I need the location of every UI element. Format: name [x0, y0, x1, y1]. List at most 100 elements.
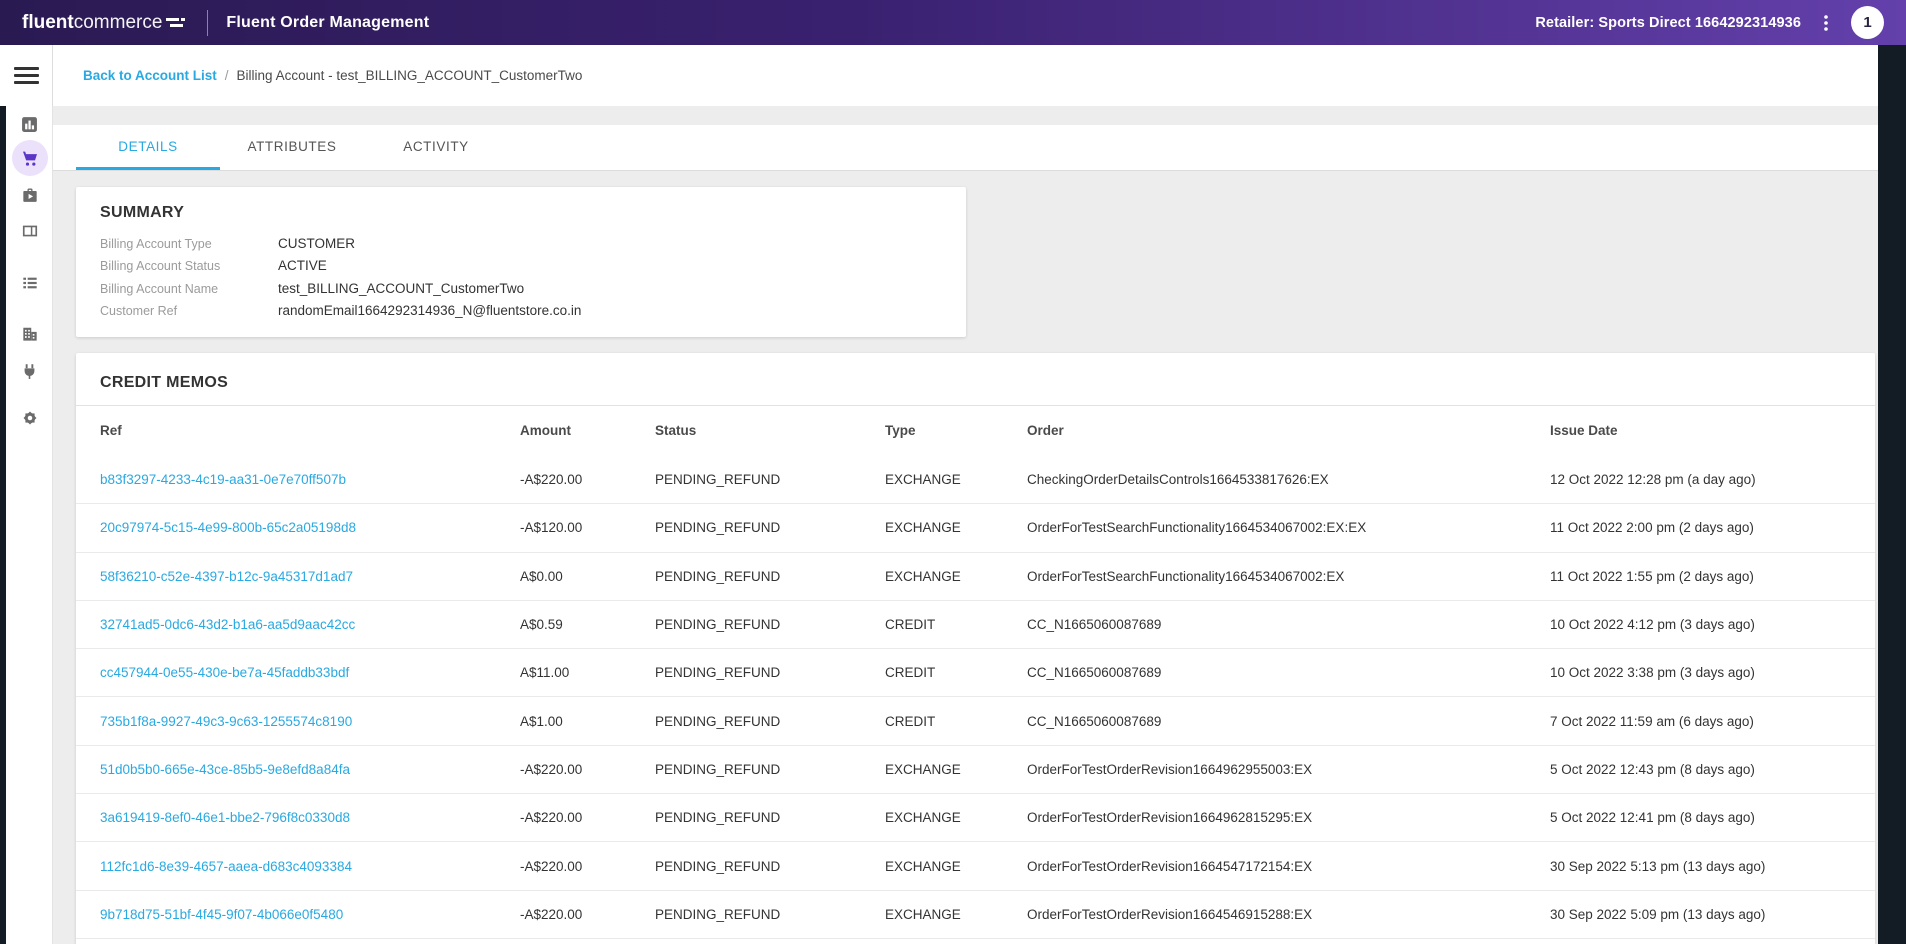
memo-status: PENDING_REFUND [655, 762, 885, 777]
column-header-order: Order [1027, 423, 1550, 438]
toolbar: Back to Account List / Billing Account -… [0, 45, 1878, 106]
table-row-partial [76, 938, 1875, 944]
memo-issue-date: 11 Oct 2022 1:55 pm (2 days ago) [1550, 569, 1851, 584]
credit-memos-table-body: b83f3297-4233-4c19-aa31-0e7e70ff507b -A$… [76, 455, 1875, 944]
memo-status: PENDING_REFUND [655, 810, 885, 825]
memo-status: PENDING_REFUND [655, 665, 885, 680]
briefcase-play-icon [20, 186, 40, 206]
main-content: DETAILS ATTRIBUTES ACTIVITY SUMMARY Bill… [53, 106, 1878, 944]
memo-type: CREDIT [885, 665, 1027, 680]
sidebar-item-settings[interactable] [6, 400, 53, 436]
field-label: Customer Ref [100, 300, 278, 322]
memo-ref-cell: 20c97974-5c15-4e99-800b-65c2a05198d8 [100, 520, 520, 535]
memo-amount: -A$220.00 [520, 810, 655, 825]
memo-ref-cell: 3a619419-8ef0-46e1-bbe2-796f8c0330d8 [100, 810, 520, 825]
memo-type: EXCHANGE [885, 810, 1027, 825]
sidebar-item-fulfilments[interactable] [6, 178, 53, 214]
memo-ref-cell: cc457944-0e55-430e-be7a-45faddb33bdf [100, 665, 520, 680]
memo-ref-link[interactable]: 20c97974-5c15-4e99-800b-65c2a05198d8 [100, 520, 356, 535]
memo-status: PENDING_REFUND [655, 714, 885, 729]
memo-ref-link[interactable]: 735b1f8a-9927-49c3-9c63-1255574c8190 [100, 714, 352, 729]
cart-icon [20, 148, 40, 168]
memo-issue-date: 30 Sep 2022 5:13 pm (13 days ago) [1550, 859, 1851, 874]
notification-badge[interactable]: 1 [1851, 6, 1884, 39]
table-row: 3a619419-8ef0-46e1-bbe2-796f8c0330d8 -A$… [76, 793, 1875, 841]
summary-field: Customer Ref randomEmail1664292314936_N@… [100, 300, 942, 322]
credit-memos-title: CREDIT MEMOS [100, 374, 1851, 392]
memo-status: PENDING_REFUND [655, 617, 885, 632]
table-row: 58f36210-c52e-4397-b12c-9a45317d1ad7 A$0… [76, 552, 1875, 600]
table-row: 32741ad5-0dc6-43d2-b1a6-aa5d9aac42cc A$0… [76, 600, 1875, 648]
memo-ref-link[interactable]: cc457944-0e55-430e-be7a-45faddb33bdf [100, 665, 349, 680]
field-value: randomEmail1664292314936_N@fluentstore.c… [278, 300, 581, 322]
sidebar-item-connect[interactable] [6, 353, 53, 389]
table-row: cc457944-0e55-430e-be7a-45faddb33bdf A$1… [76, 648, 1875, 696]
memo-ref-link[interactable]: 58f36210-c52e-4397-b12c-9a45317d1ad7 [100, 569, 353, 584]
memo-ref-cell: 58f36210-c52e-4397-b12c-9a45317d1ad7 [100, 569, 520, 584]
memo-type: EXCHANGE [885, 472, 1027, 487]
memo-ref-link[interactable]: 9b718d75-51bf-4f45-9f07-4b066e0f5480 [100, 907, 343, 922]
summary-field: Billing Account Status ACTIVE [100, 255, 942, 277]
memo-amount: -A$220.00 [520, 762, 655, 777]
memo-ref-link[interactable]: 51d0b5b0-665e-43ce-85b5-9e8efd8a84fa [100, 762, 350, 777]
memo-status: PENDING_REFUND [655, 859, 885, 874]
table-row: 20c97974-5c15-4e99-800b-65c2a05198d8 -A$… [76, 503, 1875, 551]
memo-amount: -A$220.00 [520, 472, 655, 487]
breadcrumb-current: Billing Account - test_BILLING_ACCOUNT_C… [237, 68, 583, 83]
logo-text-light: commerce [74, 12, 163, 34]
bar-chart-icon [19, 114, 40, 135]
memo-order: OrderForTestSearchFunctionality166453406… [1027, 520, 1550, 535]
credit-memos-card: CREDIT MEMOS Ref Amount Status Type Orde… [76, 353, 1875, 944]
memo-issue-date: 30 Sep 2022 5:09 pm (13 days ago) [1550, 907, 1851, 922]
summary-title: SUMMARY [100, 204, 942, 222]
memo-ref-cell: b83f3297-4233-4c19-aa31-0e7e70ff507b [100, 472, 520, 487]
panel-icon [20, 221, 40, 241]
memo-amount: A$11.00 [520, 665, 655, 680]
tab-details[interactable]: DETAILS [76, 125, 220, 170]
sidebar-toggle-button[interactable] [0, 45, 53, 106]
sidebar-item-orders[interactable] [6, 140, 53, 176]
tab-activity[interactable]: ACTIVITY [364, 125, 508, 170]
tab-attributes[interactable]: ATTRIBUTES [220, 125, 364, 170]
breadcrumb-separator: / [225, 68, 229, 83]
column-header-amount: Amount [520, 423, 655, 438]
memo-status: PENDING_REFUND [655, 569, 885, 584]
memo-issue-date: 5 Oct 2022 12:43 pm (8 days ago) [1550, 762, 1851, 777]
building-icon [20, 324, 40, 344]
sidebar-item-catalogue[interactable] [6, 265, 53, 301]
memo-ref-cell: 112fc1d6-8e39-4657-aaea-d683c4093384 [100, 859, 520, 874]
sidebar-item-payments[interactable] [6, 213, 53, 249]
memo-order: OrderForTestOrderRevision1664546915288:E… [1027, 907, 1550, 922]
memo-order: OrderForTestOrderRevision1664962955003:E… [1027, 762, 1550, 777]
column-header-status: Status [655, 423, 885, 438]
app-title: Fluent Order Management [226, 14, 429, 32]
memo-issue-date: 7 Oct 2022 11:59 am (6 days ago) [1550, 714, 1851, 729]
memo-type: CREDIT [885, 714, 1027, 729]
gear-icon [20, 408, 40, 428]
logo-mark-icon [165, 15, 187, 30]
table-row: 51d0b5b0-665e-43ce-85b5-9e8efd8a84fa -A$… [76, 745, 1875, 793]
active-item-highlight [12, 140, 48, 176]
header-divider [207, 10, 208, 36]
sidebar-item-locations[interactable] [6, 316, 53, 352]
memo-type: EXCHANGE [885, 907, 1027, 922]
sidebar-item-dashboard[interactable] [6, 106, 53, 142]
memo-ref-link[interactable]: 3a619419-8ef0-46e1-bbe2-796f8c0330d8 [100, 810, 350, 825]
memo-ref-link[interactable]: 32741ad5-0dc6-43d2-b1a6-aa5d9aac42cc [100, 617, 355, 632]
kebab-menu-icon[interactable] [1817, 11, 1835, 35]
back-to-account-list-link[interactable]: Back to Account List [83, 68, 217, 83]
memo-ref-link[interactable]: b83f3297-4233-4c19-aa31-0e7e70ff507b [100, 472, 346, 487]
memo-type: EXCHANGE [885, 859, 1027, 874]
summary-field: Billing Account Name test_BILLING_ACCOUN… [100, 278, 942, 300]
fluentcommerce-logo[interactable]: fluentcommerce [22, 12, 187, 34]
hamburger-icon [14, 63, 39, 88]
memo-ref-cell: 9b718d75-51bf-4f45-9f07-4b066e0f5480 [100, 907, 520, 922]
field-value: CUSTOMER [278, 233, 355, 255]
memo-amount: -A$120.00 [520, 520, 655, 535]
list-icon [20, 273, 40, 293]
memo-amount: A$0.59 [520, 617, 655, 632]
table-row: 9b718d75-51bf-4f45-9f07-4b066e0f5480 -A$… [76, 890, 1875, 938]
column-header-type: Type [885, 423, 1027, 438]
memo-ref-link[interactable]: 112fc1d6-8e39-4657-aaea-d683c4093384 [100, 859, 352, 874]
tab-bar: DETAILS ATTRIBUTES ACTIVITY [53, 125, 1878, 171]
